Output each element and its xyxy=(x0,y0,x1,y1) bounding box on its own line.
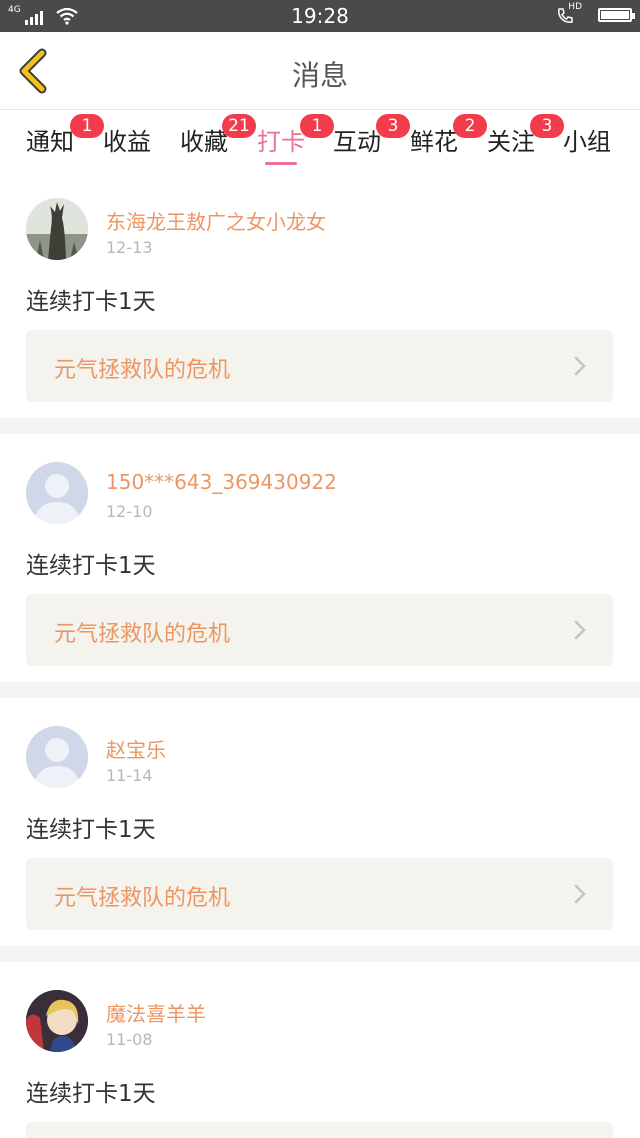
hd-label: HD xyxy=(568,2,582,12)
user-name-link[interactable]: 150***643_369430922 xyxy=(106,470,337,494)
book-link[interactable]: 元气拯救队的危机 xyxy=(26,330,613,402)
unread-badge: 3 xyxy=(530,114,564,138)
tab-label: 小组 xyxy=(563,128,611,156)
avatar[interactable] xyxy=(26,462,88,524)
clock: 19:28 xyxy=(291,4,349,28)
tab-earnings[interactable]: 收益 xyxy=(103,122,151,156)
page-title: 消息 xyxy=(291,59,348,92)
book-link[interactable] xyxy=(26,1122,613,1138)
user-name-link[interactable]: 魔法喜羊羊 xyxy=(106,998,206,1027)
tab-interactions[interactable]: 互动 3 xyxy=(333,114,410,156)
unread-badge: 21 xyxy=(222,114,256,138)
tab-groups[interactable]: 小组 xyxy=(563,122,611,156)
tab-checkin[interactable]: 打卡 1 xyxy=(257,114,334,165)
tab-bar: 通知 1 收益 收藏 21 打卡 1 互动 3 鲜花 2 关注 3 小组 xyxy=(0,110,640,168)
message-date: 11-08 xyxy=(106,1030,153,1049)
tab-label: 鲜花 xyxy=(410,128,458,156)
checkin-text: 连续打卡1天 xyxy=(26,289,156,315)
user-name-link[interactable]: 赵宝乐 xyxy=(106,734,166,763)
book-link[interactable]: 元气拯救队的危机 xyxy=(26,594,613,666)
tab-label: 关注 xyxy=(487,128,535,156)
checkin-message: 150***643_369430922 12-10 连续打卡1天 元气拯救队的危… xyxy=(0,434,640,682)
tab-flowers[interactable]: 鲜花 2 xyxy=(410,114,487,156)
tab-label: 互动 xyxy=(333,128,381,156)
tab-notifications[interactable]: 通知 1 xyxy=(26,114,104,156)
unread-badge: 2 xyxy=(453,114,487,138)
book-title: 元气拯救队的危机 xyxy=(54,358,231,383)
unread-badge: 1 xyxy=(300,114,334,138)
message-date: 11-14 xyxy=(106,766,153,785)
battery-icon xyxy=(598,8,635,22)
hd-call-icon: HD xyxy=(556,2,582,25)
chevron-right-icon xyxy=(574,356,586,376)
book-link[interactable]: 元气拯救队的危机 xyxy=(26,858,613,930)
message-date: 12-10 xyxy=(106,502,153,521)
book-title: 元气拯救队的危机 xyxy=(54,622,231,647)
checkin-text: 连续打卡1天 xyxy=(26,817,156,843)
avatar[interactable] xyxy=(26,726,88,788)
tab-favorites[interactable]: 收藏 21 xyxy=(180,114,256,156)
active-tab-indicator xyxy=(265,162,297,165)
checkin-text: 连续打卡1天 xyxy=(26,1081,156,1107)
nav-header: 消息 xyxy=(0,32,640,110)
book-title: 元气拯救队的危机 xyxy=(54,886,231,911)
unread-badge: 3 xyxy=(376,114,410,138)
avatar[interactable] xyxy=(26,990,88,1052)
chevron-right-icon xyxy=(574,884,586,904)
unread-badge: 1 xyxy=(70,114,104,138)
tab-following[interactable]: 关注 3 xyxy=(487,114,564,156)
message-date: 12-13 xyxy=(106,238,153,257)
tab-label: 收益 xyxy=(103,128,151,156)
status-bar: 4G 19:28 HD xyxy=(0,0,640,32)
checkin-text: 连续打卡1天 xyxy=(26,553,156,579)
tab-label: 通知 xyxy=(26,128,74,156)
tab-label: 收藏 xyxy=(180,128,228,156)
checkin-message: 东海龙王敖广之女小龙女 12-13 连续打卡1天 元气拯救队的危机 xyxy=(0,170,640,418)
chevron-right-icon xyxy=(574,620,586,640)
checkin-message: 魔法喜羊羊 11-08 连续打卡1天 xyxy=(0,962,640,1138)
checkin-message: 赵宝乐 11-14 连续打卡1天 元气拯救队的危机 xyxy=(0,698,640,946)
tab-label: 打卡 xyxy=(257,128,305,156)
user-name-link[interactable]: 东海龙王敖广之女小龙女 xyxy=(106,206,326,235)
avatar[interactable] xyxy=(26,198,88,260)
